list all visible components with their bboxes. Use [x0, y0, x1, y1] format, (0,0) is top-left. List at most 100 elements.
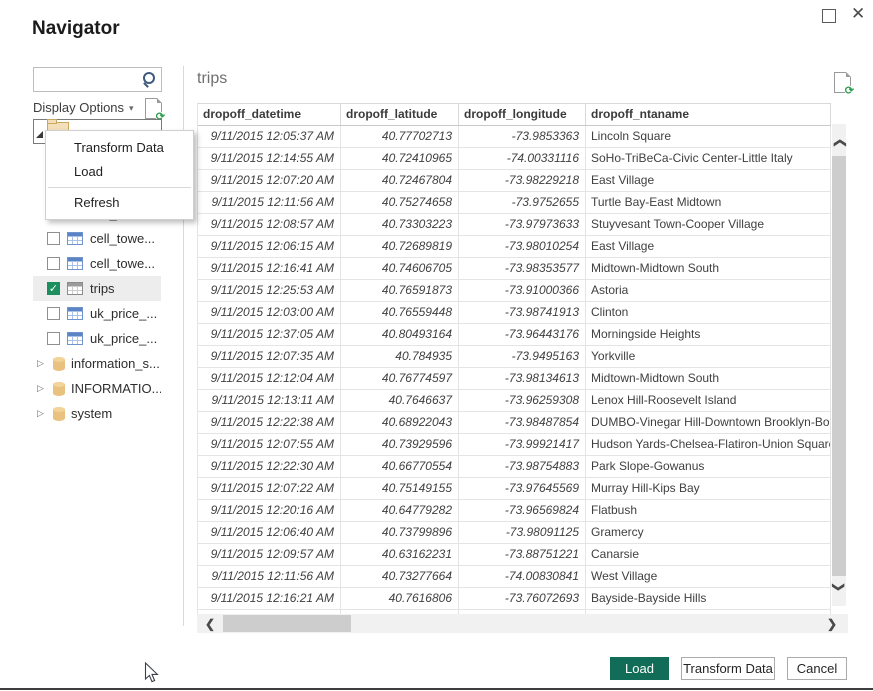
table-cell: 40.66770554 — [341, 456, 459, 477]
search-box[interactable] — [33, 67, 162, 92]
table-cell: 40.64779282 — [341, 500, 459, 521]
table-cell: -73.98229218 — [459, 170, 586, 191]
maximize-icon[interactable] — [822, 9, 836, 23]
table-cell: Flatbush — [586, 500, 831, 521]
table-cell: Clinton — [586, 302, 831, 323]
table-cell: -73.98134613 — [459, 368, 586, 389]
expand-arrow-icon[interactable]: ▷ — [37, 358, 47, 369]
table-cell: -73.99921417 — [459, 434, 586, 455]
cancel-button[interactable]: Cancel — [787, 657, 847, 680]
table-row: 9/11/2015 12:05:37 AM40.77702713-73.9853… — [198, 126, 831, 148]
table-cell: -73.9495163 — [459, 346, 586, 367]
table-row: 9/11/2015 12:16:41 AM40.74606705-73.9835… — [198, 258, 831, 280]
table-cell: -73.76072693 — [459, 588, 586, 609]
table-cell: -73.98091125 — [459, 522, 586, 543]
tree-item-cell-towe[interactable]: cell_towe... — [33, 226, 161, 251]
table-cell: -73.96569824 — [459, 500, 586, 521]
horizontal-scrollbar-thumb[interactable] — [223, 615, 351, 632]
tree-item-uk-price[interactable]: uk_price_... — [33, 301, 161, 326]
checkbox[interactable] — [47, 257, 60, 270]
table-cell: 40.73277664 — [341, 566, 459, 587]
table-cell: 9/11/2015 12:09:57 AM — [198, 544, 341, 565]
table-cell: Midtown-Midtown South — [586, 258, 831, 279]
table-cell: -73.97645569 — [459, 478, 586, 499]
table-cell: SoHo-TriBeCa-Civic Center-Little Italy — [586, 148, 831, 169]
collapse-arrow-icon[interactable] — [36, 131, 43, 138]
tree-item-label: uk_price_... — [90, 331, 157, 346]
close-icon[interactable]: ✕ — [851, 3, 865, 25]
refresh-preview-icon[interactable]: ⟳ — [834, 72, 851, 93]
table-cell: 9/11/2015 12:16:21 AM — [198, 588, 341, 609]
transform-data-button[interactable]: Transform Data — [681, 657, 775, 680]
display-options-dropdown[interactable]: Display Options▾ — [33, 100, 134, 115]
tree-item-informatio[interactable]: ▷INFORMATIO... — [33, 376, 161, 401]
table-cell: 40.75274658 — [341, 192, 459, 213]
tree-item-trips[interactable]: ✓ trips — [33, 276, 161, 301]
table-cell: 9/11/2015 12:07:22 AM — [198, 478, 341, 499]
tree-item-cell-towe[interactable]: cell_towe... — [33, 251, 161, 276]
table-row: 9/11/2015 12:22:30 AM40.66770554-73.9875… — [198, 456, 831, 478]
menu-item-load[interactable]: Load — [46, 160, 193, 184]
tree-item-label: uk_price_... — [90, 306, 157, 321]
table-cell: 9/11/2015 12:22:30 AM — [198, 456, 341, 477]
table-cell: 40.80493164 — [341, 324, 459, 345]
table-cell: Murray Hill-Kips Bay — [586, 478, 831, 499]
expand-arrow-icon[interactable]: ▷ — [37, 383, 47, 394]
database-icon — [53, 382, 65, 396]
table-cell: 40.72467804 — [341, 170, 459, 191]
tree-item-label: cell_towe... — [90, 231, 155, 246]
column-header-dropoff_datetime[interactable]: dropoff_datetime — [198, 104, 341, 125]
preview-table-header: dropoff_datetimedropoff_latitudedropoff_… — [198, 104, 831, 126]
horizontal-scrollbar[interactable]: ❮ ❯ — [197, 614, 848, 633]
table-cell: -73.98010254 — [459, 236, 586, 257]
scroll-left-icon[interactable]: ❮ — [203, 617, 217, 631]
table-cell: 9/11/2015 12:07:20 AM — [198, 170, 341, 191]
checkbox[interactable] — [47, 232, 60, 245]
navigator-tree: cell_towe...cell_towe...cell_towe...✓tri… — [33, 201, 161, 426]
column-header-dropoff_latitude[interactable]: dropoff_latitude — [341, 104, 459, 125]
table-cell: 9/11/2015 12:03:00 AM — [198, 302, 341, 323]
table-cell: 9/11/2015 12:05:37 AM — [198, 126, 341, 147]
table-cell: 9/11/2015 12:06:40 AM — [198, 522, 341, 543]
tree-item-label: information_s... — [71, 356, 160, 371]
checkbox[interactable] — [47, 332, 60, 345]
table-cell: Lenox Hill-Roosevelt Island — [586, 390, 831, 411]
tree-item-label: trips — [90, 281, 115, 296]
search-input[interactable] — [36, 69, 140, 90]
vertical-scrollbar[interactable]: ❯ ❯ — [832, 124, 846, 606]
checkbox[interactable]: ✓ — [47, 282, 60, 295]
expand-arrow-icon[interactable]: ▷ — [37, 408, 47, 419]
table-cell: -73.9853363 — [459, 126, 586, 147]
table-cell: 40.73799896 — [341, 522, 459, 543]
vertical-scrollbar-thumb[interactable] — [832, 156, 846, 576]
table-cell: 40.72689819 — [341, 236, 459, 257]
menu-item-refresh[interactable]: Refresh — [46, 191, 193, 215]
table-cell: Bayside-Bayside Hills — [586, 588, 831, 609]
table-row: 9/11/2015 12:14:55 AM40.72410965-74.0033… — [198, 148, 831, 170]
refresh-source-icon[interactable]: ⟳ — [145, 98, 162, 119]
table-cell: 40.72410965 — [341, 148, 459, 169]
table-cell: 9/11/2015 12:06:15 AM — [198, 236, 341, 257]
tree-item-information-s[interactable]: ▷ information_s... — [33, 351, 161, 376]
table-cell: Turtle Bay-East Midtown — [586, 192, 831, 213]
table-cell: Morningside Heights — [586, 324, 831, 345]
tree-item-system[interactable]: ▷system — [33, 401, 161, 426]
load-button[interactable]: Load — [610, 657, 669, 680]
database-icon — [53, 407, 65, 421]
scroll-down-icon[interactable]: ❯ — [832, 580, 846, 594]
checkbox[interactable] — [47, 307, 60, 320]
table-cell: 9/11/2015 12:20:16 AM — [198, 500, 341, 521]
table-cell: -73.98754883 — [459, 456, 586, 477]
table-cell: 40.75149155 — [341, 478, 459, 499]
column-header-dropoff_longitude[interactable]: dropoff_longitude — [459, 104, 586, 125]
scroll-up-icon[interactable]: ❯ — [832, 136, 846, 150]
menu-item-transform-data[interactable]: Transform Data — [46, 136, 193, 160]
search-icon[interactable] — [142, 72, 157, 87]
table-cell: 40.7646637 — [341, 390, 459, 411]
tree-item-uk-price[interactable]: uk_price_... — [33, 326, 161, 351]
table-row: 9/11/2015 12:08:57 AM40.73303223-73.9797… — [198, 214, 831, 236]
column-header-dropoff_ntaname[interactable]: dropoff_ntaname — [586, 104, 831, 125]
scroll-right-icon[interactable]: ❯ — [825, 617, 839, 631]
table-row: 9/11/2015 12:06:15 AM40.72689819-73.9801… — [198, 236, 831, 258]
table-row: 9/11/2015 12:06:40 AM40.73799896-73.9809… — [198, 522, 831, 544]
